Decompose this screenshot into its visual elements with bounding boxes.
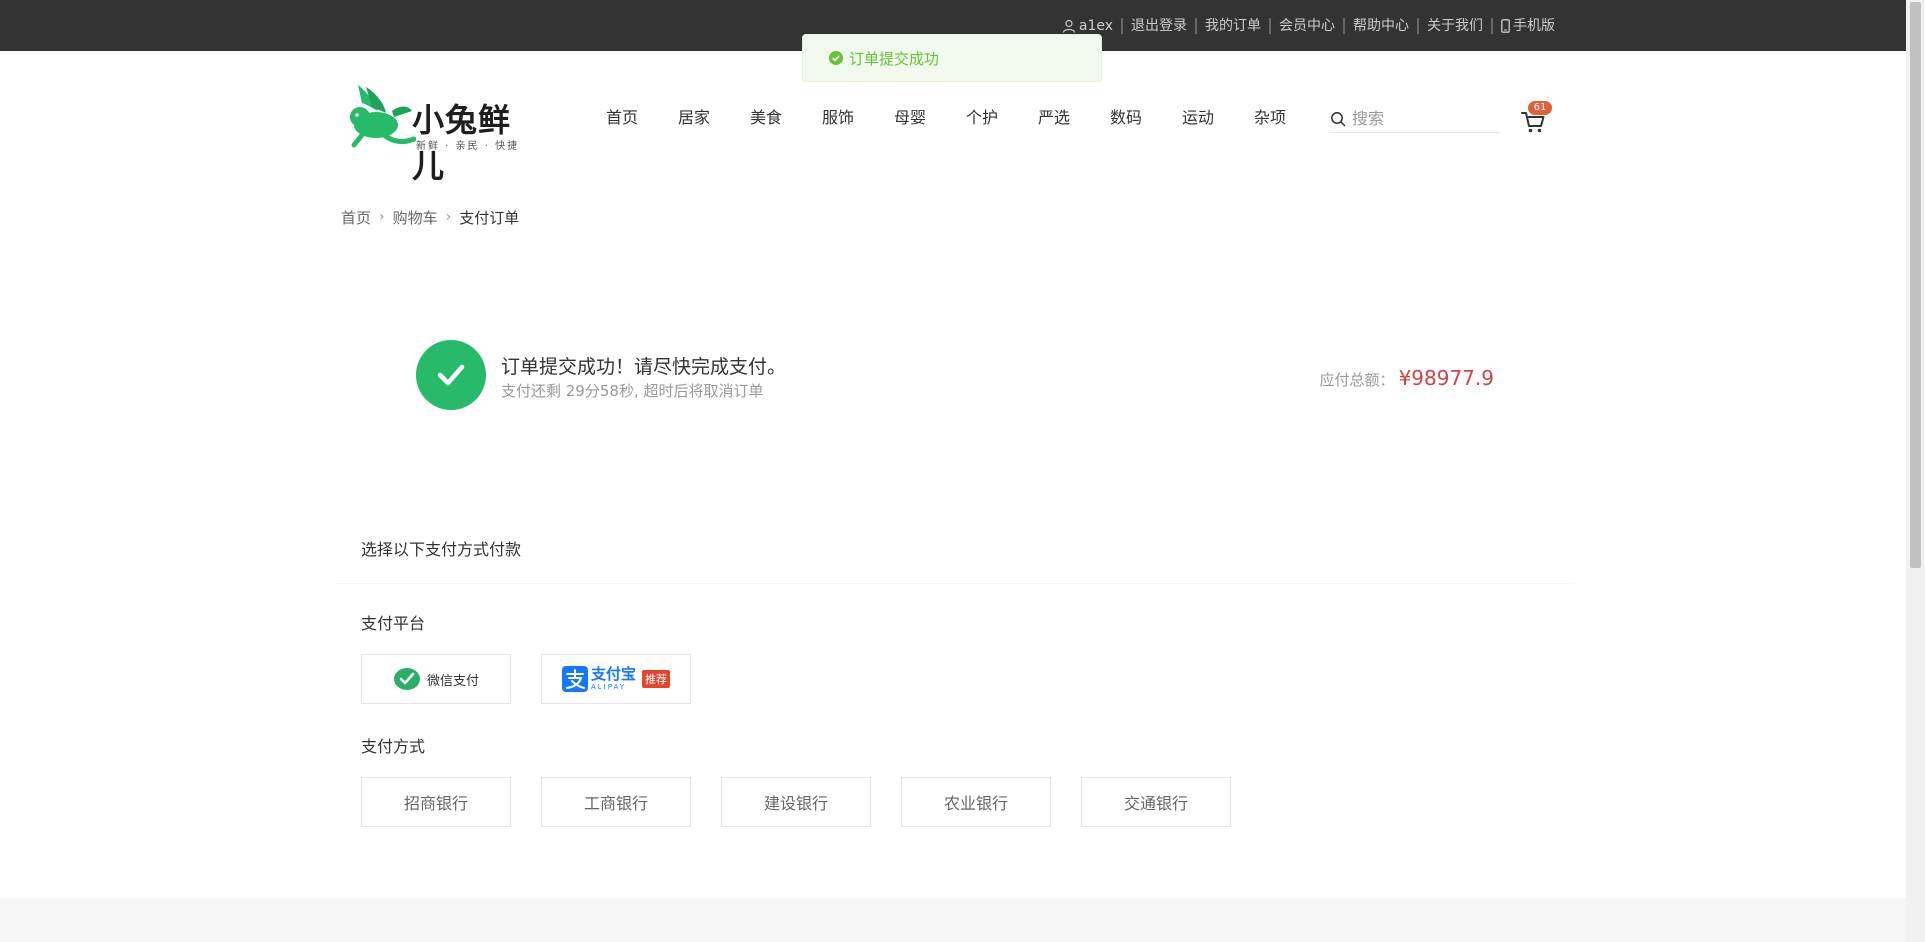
nav-item-home-living[interactable]: 居家	[658, 104, 730, 128]
nav-item-apparel[interactable]: 服饰	[802, 104, 874, 128]
wechat-icon	[393, 668, 420, 690]
breadcrumb-current: 支付订单	[459, 208, 520, 227]
nav-item-home[interactable]: 首页	[586, 104, 658, 128]
total-label: 应付总额：	[1319, 371, 1395, 389]
payment-countdown: 支付还剩 29分58秒, 超时后将取消订单	[501, 382, 764, 400]
payment-methods-title: 选择以下支付方式付款	[335, 530, 1575, 584]
rabbit-logo-icon	[350, 85, 416, 148]
breadcrumb: 首页 › 购物车 › 支付订单	[341, 206, 519, 228]
success-check-circle-icon	[416, 340, 486, 410]
logout-link[interactable]: 退出登录	[1121, 17, 1195, 34]
nav-item-personal-care[interactable]: 个护	[946, 104, 1018, 128]
help-center-link[interactable]: 帮助中心	[1343, 17, 1417, 34]
wechat-pay-button[interactable]: 微信支付	[361, 654, 511, 704]
search-box	[1330, 105, 1500, 133]
search-input[interactable]	[1352, 109, 1492, 128]
mobile-version-link[interactable]: 手机版	[1491, 17, 1563, 34]
user-icon	[1062, 19, 1075, 33]
site-header: 小兔鲜儿 新鲜 · 亲民 · 快捷 首页 居家 美食 服饰 母婴 个护 严选 数…	[0, 51, 1906, 185]
breadcrumb-cart[interactable]: 购物车	[393, 207, 438, 228]
page-scrollbar[interactable]	[1906, 0, 1925, 942]
chevron-right-icon: ›	[379, 209, 385, 225]
search-icon[interactable]	[1330, 111, 1346, 127]
main-nav: 首页 居家 美食 服饰 母婴 个护 严选 数码 运动 杂项	[586, 51, 1306, 181]
user-account-link[interactable]: a1ex	[1054, 18, 1121, 34]
bank-button-bocom[interactable]: 交通银行	[1081, 777, 1231, 827]
footer-strip	[0, 898, 1906, 942]
username: a1ex	[1078, 17, 1113, 34]
bank-button-cmb[interactable]: 招商银行	[361, 777, 511, 827]
payment-platform-label: 支付平台	[361, 614, 426, 633]
member-center-link[interactable]: 会员中心	[1269, 17, 1343, 34]
wechat-pay-label: 微信支付	[426, 673, 479, 689]
order-success-panel: 订单提交成功！请尽快完成支付。 支付还剩 29分58秒, 超时后将取消订单 应付…	[335, 320, 1575, 430]
order-success-title: 订单提交成功！请尽快完成支付。	[501, 356, 787, 378]
nav-item-selection[interactable]: 严选	[1018, 104, 1090, 128]
bank-button-abc[interactable]: 农业银行	[901, 777, 1051, 827]
alipay-button[interactable]: 支付宝 ALIPAY 推荐	[541, 654, 691, 704]
nav-item-digital[interactable]: 数码	[1090, 104, 1162, 128]
brand-slogan: 新鲜 · 亲民 · 快捷	[416, 141, 520, 152]
breadcrumb-home[interactable]: 首页	[341, 207, 371, 228]
bank-button-ccb[interactable]: 建设银行	[721, 777, 871, 827]
payable-total: 应付总额： ¥98977.9	[1320, 366, 1494, 390]
cart-button[interactable]: 61	[1520, 101, 1556, 135]
nav-item-misc[interactable]: 杂项	[1234, 104, 1306, 128]
recommend-badge: 推荐	[642, 670, 670, 688]
cart-count-badge: 61	[1528, 101, 1552, 115]
top-nav: a1ex 退出登录 我的订单 会员中心 帮助中心 关于我们 手机版	[1054, 0, 1563, 51]
alipay-label-en: ALIPAY	[590, 683, 627, 691]
bank-methods-label: 支付方式	[361, 737, 426, 756]
site-logo[interactable]: 小兔鲜儿 新鲜 · 亲民 · 快捷	[344, 81, 540, 185]
alipay-label-zh: 支付宝	[590, 665, 636, 683]
nav-item-sports[interactable]: 运动	[1162, 104, 1234, 128]
my-orders-link[interactable]: 我的订单	[1195, 17, 1269, 34]
nav-item-food[interactable]: 美食	[730, 104, 802, 128]
alipay-wordmark: 支付宝 ALIPAY	[591, 667, 636, 691]
bank-button-icbc[interactable]: 工商银行	[541, 777, 691, 827]
alipay-icon	[561, 666, 588, 692]
about-us-link[interactable]: 关于我们	[1417, 17, 1491, 34]
mobile-version-label: 手机版	[1513, 17, 1555, 34]
scrollbar-thumb[interactable]	[1910, 2, 1921, 568]
mobile-phone-icon	[1501, 18, 1510, 33]
nav-item-baby[interactable]: 母婴	[874, 104, 946, 128]
chevron-right-icon: ›	[445, 209, 452, 225]
total-amount: ¥98977.9	[1398, 366, 1494, 390]
